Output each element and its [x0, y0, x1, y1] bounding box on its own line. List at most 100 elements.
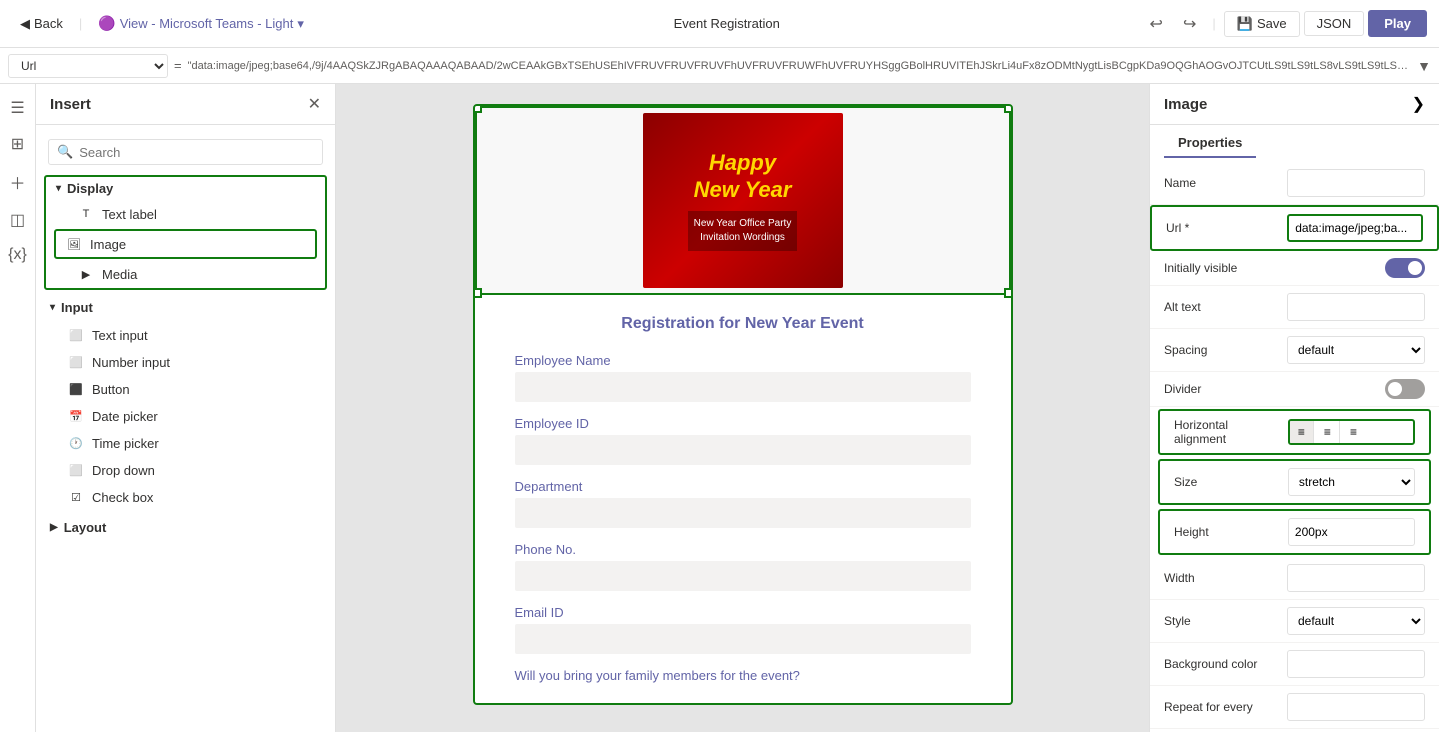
sidebar-item-button[interactable]: ⬛ Button — [40, 376, 331, 402]
layers-button[interactable]: ⊞ — [5, 128, 30, 160]
number-input-icon: ⬜ — [68, 354, 84, 370]
spacing-label: Spacing — [1164, 343, 1279, 357]
form-container: HappyNew Year New Year Office PartyInvit… — [473, 104, 1013, 705]
email-label: Email ID — [515, 605, 971, 620]
prop-repeat-for-every: Repeat for every — [1150, 686, 1439, 729]
save-button[interactable]: 💾 Save — [1224, 11, 1300, 37]
date-picker-icon: 📅 — [68, 408, 84, 424]
url-label: Url * — [1166, 221, 1279, 235]
field-phone: Phone No. — [515, 542, 971, 591]
repeat-for-every-input[interactable] — [1287, 693, 1425, 721]
undo-button[interactable]: ↩ — [1142, 10, 1171, 38]
display-chevron-icon: ▾ — [56, 183, 61, 194]
play-label: Play — [1384, 16, 1411, 31]
background-color-value — [1287, 650, 1425, 678]
main-layout: ☰ ⊞ ＋ ◫ {x} Insert ✕ 🔍 ▾ Display T — [0, 84, 1439, 732]
resize-handle-tr[interactable] — [1004, 104, 1013, 113]
sidebar-item-drop-down[interactable]: ⬜ Drop down — [40, 457, 331, 483]
department-input[interactable] — [515, 498, 971, 528]
resize-handle-tl[interactable] — [473, 104, 482, 113]
drop-down-label: Drop down — [92, 463, 155, 478]
phone-input[interactable] — [515, 561, 971, 591]
sidebar-close-button[interactable]: ✕ — [308, 94, 321, 114]
last-question: Will you bring your family members for t… — [515, 668, 971, 683]
sidebar-item-time-picker[interactable]: 🕐 Time picker — [40, 430, 331, 456]
panel-expand-button[interactable]: ❯ — [1412, 94, 1425, 114]
style-select[interactable]: default person — [1287, 607, 1425, 635]
panel-header: Image ❯ — [1150, 84, 1439, 125]
field-department: Department — [515, 479, 971, 528]
name-value — [1287, 169, 1425, 197]
style-value: default person — [1287, 607, 1425, 635]
resize-handle-br[interactable] — [1004, 288, 1013, 298]
layout-section-label: Layout — [64, 520, 107, 535]
background-color-input[interactable] — [1287, 650, 1425, 678]
components-button[interactable]: ◫ — [4, 204, 31, 236]
back-label: Back — [34, 16, 63, 31]
form-title: Registration for New Year Event — [515, 315, 971, 333]
spacing-select[interactable]: default — [1287, 336, 1425, 364]
sidebar-item-number-input[interactable]: ⬜ Number input — [40, 349, 331, 375]
topbar-center: Event Registration — [320, 16, 1134, 31]
height-input[interactable] — [1288, 518, 1415, 546]
input-section-header[interactable]: ▾ Input — [36, 294, 335, 321]
text-input-icon: ⬜ — [68, 327, 84, 343]
align-right-button[interactable]: ≡ — [1342, 421, 1365, 443]
initially-visible-toggle[interactable] — [1385, 258, 1425, 278]
name-input[interactable] — [1287, 169, 1425, 197]
url-value — [1287, 214, 1423, 242]
url-equals: = — [174, 58, 182, 73]
prop-name: Name — [1150, 162, 1439, 205]
sidebar-item-date-picker[interactable]: 📅 Date picker — [40, 403, 331, 429]
input-section-label: Input — [61, 300, 93, 315]
url-input[interactable] — [1287, 214, 1423, 242]
display-section-header[interactable]: ▾ Display — [46, 177, 325, 200]
employee-name-input[interactable] — [515, 372, 971, 402]
align-left-button[interactable]: ≡ — [1290, 421, 1314, 443]
sidebar-item-check-box[interactable]: ☑ Check box — [40, 484, 331, 510]
back-button[interactable]: ◀ Back — [12, 12, 71, 36]
image-area[interactable]: HappyNew Year New Year Office PartyInvit… — [475, 106, 1011, 295]
view-selector-button[interactable]: 🟣 View - Microsoft Teams - Light ▾ — [90, 11, 312, 36]
properties-title: Properties — [1164, 125, 1256, 158]
divider-toggle[interactable] — [1385, 379, 1425, 399]
input-chevron-icon: ▾ — [50, 302, 55, 313]
code-button[interactable]: {x} — [2, 240, 33, 270]
department-label: Department — [515, 479, 971, 494]
email-input[interactable] — [515, 624, 971, 654]
sidebar-item-text-input[interactable]: ⬜ Text input — [40, 322, 331, 348]
repeat-for-every-value — [1287, 693, 1425, 721]
newyear-image: HappyNew Year New Year Office PartyInvit… — [643, 113, 843, 288]
sidebar-item-media[interactable]: ▶ Media — [50, 261, 321, 287]
add-button[interactable]: ＋ — [3, 164, 31, 200]
employee-id-input[interactable] — [515, 435, 971, 465]
topbar-actions: ↩ ↪ | 💾 Save JSON Play — [1142, 10, 1427, 38]
right-panel: Image ❯ Properties Name Url * Initially … — [1149, 84, 1439, 732]
alt-text-label: Alt text — [1164, 300, 1279, 314]
play-button[interactable]: Play — [1368, 10, 1427, 37]
json-button[interactable]: JSON — [1304, 11, 1365, 36]
layout-section-header[interactable]: ▶ Layout — [36, 514, 335, 541]
align-center-button[interactable]: ≡ — [1316, 421, 1340, 443]
url-type-select[interactable]: Url — [8, 54, 168, 78]
width-input[interactable] — [1287, 564, 1425, 592]
divider-value — [1287, 379, 1425, 399]
sidebar-item-text-label[interactable]: T Text label — [50, 201, 321, 227]
width-value — [1287, 564, 1425, 592]
alt-text-input[interactable] — [1287, 293, 1425, 321]
time-picker-icon: 🕐 — [68, 435, 84, 451]
prop-alt-text: Alt text — [1150, 286, 1439, 329]
sidebar-item-image[interactable]: 🖼 Image — [54, 229, 317, 259]
form-content: Registration for New Year Event Employee… — [475, 295, 1011, 703]
phone-label: Phone No. — [515, 542, 971, 557]
search-input[interactable] — [79, 145, 314, 160]
sidebar-header: Insert ✕ — [36, 84, 335, 125]
size-select[interactable]: stretch auto small medium large — [1288, 468, 1415, 496]
hamburger-button[interactable]: ☰ — [4, 92, 30, 124]
time-picker-label: Time picker — [92, 436, 159, 451]
check-box-label: Check box — [92, 490, 153, 505]
resize-handle-bl[interactable] — [473, 288, 482, 298]
redo-button[interactable]: ↪ — [1175, 10, 1204, 38]
url-expand-button[interactable]: ▼ — [1417, 58, 1431, 74]
display-section-label: Display — [67, 181, 113, 196]
